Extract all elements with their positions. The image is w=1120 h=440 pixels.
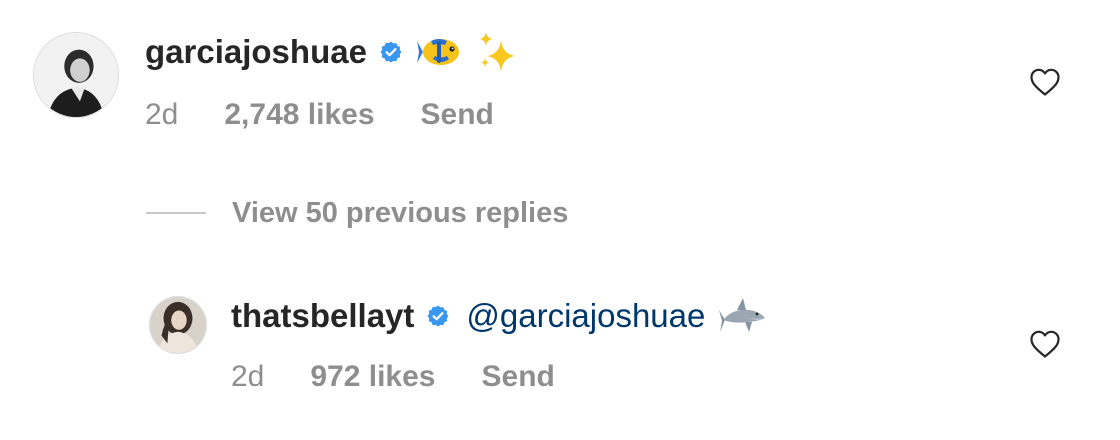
comment-send-button[interactable]: Send	[421, 98, 494, 132]
sparkles-icon	[477, 30, 519, 74]
replies-divider-line	[146, 212, 206, 214]
comment-header: garciajoshuae	[145, 26, 519, 78]
comment-meta: 2d 2,748 likes Send	[145, 95, 494, 135]
reply-header: thatsbellayt @garciajoshuae	[231, 290, 767, 342]
comment-time: 2d	[145, 98, 179, 131]
verified-badge-icon	[379, 40, 403, 64]
profile-photo	[150, 297, 206, 353]
shark-icon	[719, 296, 767, 336]
verified-badge-icon	[426, 304, 450, 328]
reply-username[interactable]: thatsbellayt	[231, 297, 414, 335]
comment-username[interactable]: garciajoshuae	[145, 33, 367, 71]
tropical-fish-icon	[416, 35, 463, 69]
comment-likes-link[interactable]: 2,748 likes	[224, 98, 374, 132]
reply-meta: 2d 972 likes Send	[231, 357, 555, 397]
avatar-garciajoshuae[interactable]	[33, 32, 119, 118]
reply-mention-link[interactable]: @garciajoshuae	[466, 297, 705, 335]
reply-likes-link[interactable]: 972 likes	[310, 360, 435, 394]
reply-send-button[interactable]: Send	[482, 360, 555, 394]
view-replies-label: View 50 previous replies	[232, 196, 569, 229]
heart-icon[interactable]	[1029, 67, 1061, 97]
avatar-thatsbellayt[interactable]	[149, 296, 207, 354]
view-previous-replies-button[interactable]: View 50 previous replies	[146, 195, 568, 231]
profile-photo	[34, 33, 118, 117]
reply-time: 2d	[231, 360, 265, 393]
heart-icon[interactable]	[1029, 329, 1061, 359]
